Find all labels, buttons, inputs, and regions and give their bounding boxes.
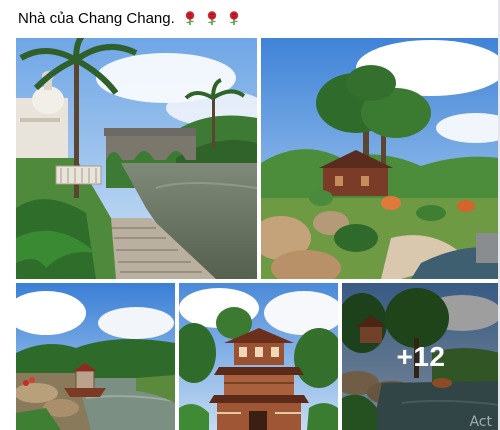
photo-river-bridge[interactable] xyxy=(16,38,257,279)
photo-gallery: +12 Act xyxy=(0,0,500,430)
more-photos-overlay[interactable]: +12 xyxy=(342,283,500,430)
activate-watermark: Act xyxy=(469,414,492,430)
more-photos-count: +12 xyxy=(396,340,446,372)
photo-pond-trees[interactable]: +12 Act xyxy=(342,283,500,430)
photo-wooden-tower[interactable] xyxy=(179,283,338,430)
photo-garden-cabin[interactable] xyxy=(261,38,500,279)
photo-stream-boat[interactable] xyxy=(16,283,175,430)
